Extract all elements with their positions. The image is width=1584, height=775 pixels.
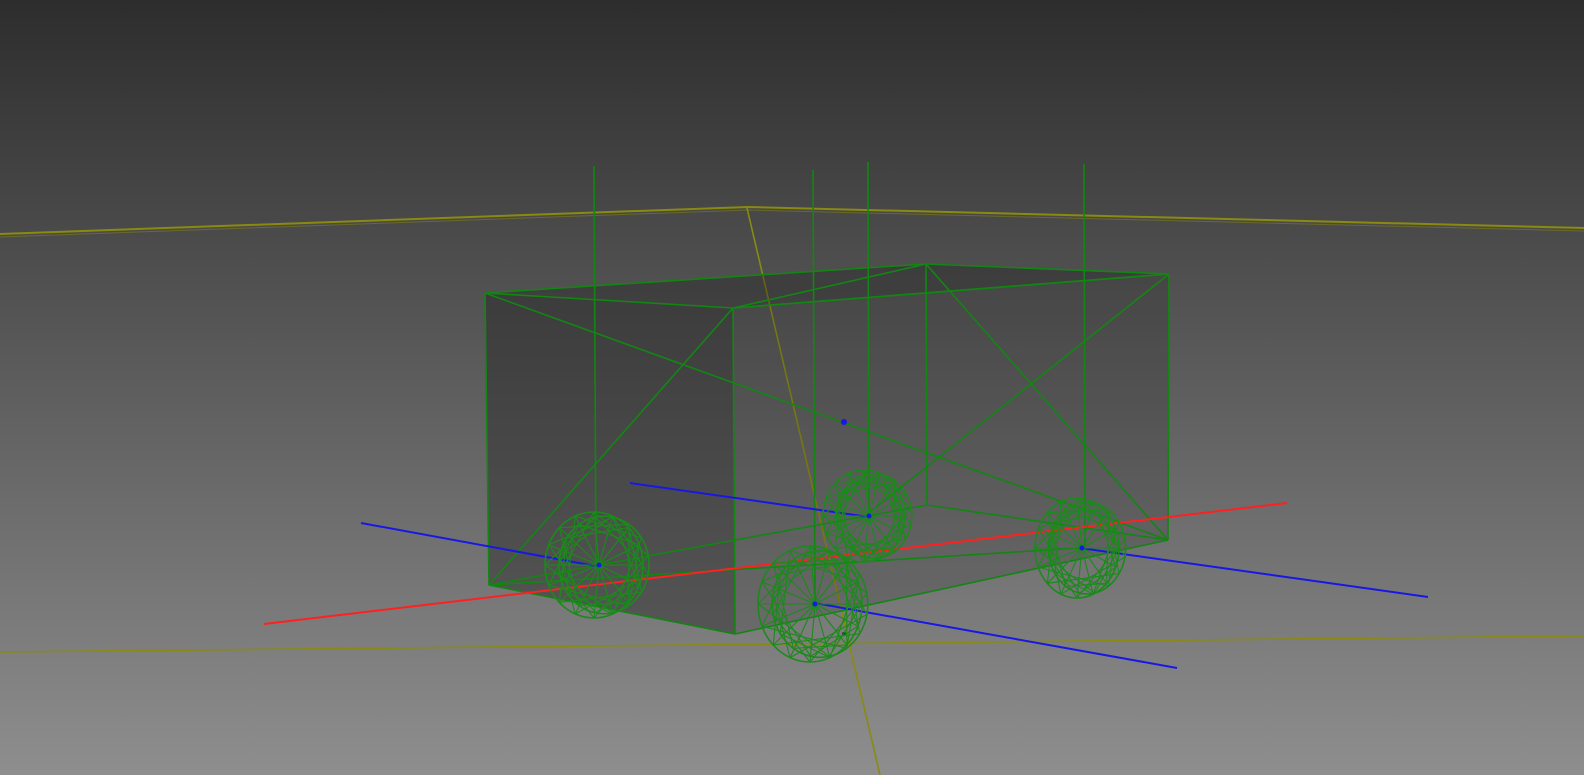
scene-canvas[interactable] [0, 0, 1584, 775]
chassis-edge [1167, 273, 1170, 541]
wheel-hub [1079, 545, 1085, 551]
center-marker [841, 419, 847, 425]
wheel-rear-right[interactable] [822, 469, 913, 563]
chassis-edge [925, 263, 928, 506]
suspension-line-front-right [1083, 163, 1086, 548]
suspension-line-rear-right [867, 161, 870, 518]
wheel-hub [812, 601, 818, 607]
wheel-hub [866, 513, 872, 519]
wheel-front-right[interactable] [1034, 497, 1127, 599]
3d-viewport[interactable] [0, 0, 1584, 775]
wheel-front-left[interactable] [757, 545, 869, 663]
wheel-hub [596, 562, 602, 568]
wheel-rear-left[interactable] [544, 511, 650, 619]
